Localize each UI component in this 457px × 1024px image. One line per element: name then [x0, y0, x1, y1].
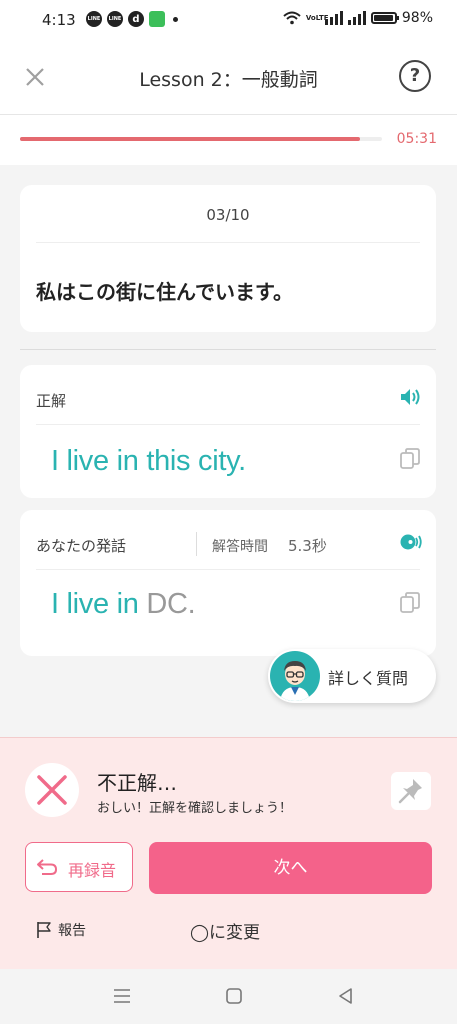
correct-answer-label: 正解 — [36, 392, 67, 410]
d-app-icon: d — [128, 11, 144, 27]
tutor-avatar — [270, 651, 320, 701]
incorrect-badge — [25, 763, 79, 817]
playback-icon[interactable] — [400, 533, 422, 551]
ask-details-label: 詳しく質問 — [328, 669, 409, 688]
report-label: 報告 — [58, 923, 86, 939]
battery-percent: 98% — [401, 10, 433, 26]
more-dot-icon — [173, 16, 178, 22]
next-button[interactable]: 次へ — [149, 842, 432, 894]
pin-button[interactable] — [391, 772, 431, 810]
header: Lesson 2：一般動詞 ? — [0, 40, 457, 115]
result-subtitle: おしい！正解を確認しましょう！ — [97, 801, 293, 816]
status-time: 4:13 — [42, 11, 76, 29]
speech-wrong-part: DC. — [146, 588, 196, 620]
question-text: 私はこの街に住んでいます。 — [36, 280, 293, 304]
progress-bar — [20, 137, 382, 141]
your-speech-card: あなたの発話 解答時間 5.3秒 I live in DC. — [20, 510, 436, 656]
menu-icon[interactable] — [111, 985, 133, 1007]
tutor-avatar-icon — [280, 661, 310, 701]
help-button[interactable]: ? — [399, 60, 431, 92]
question-counter: 03/10 — [206, 206, 250, 224]
correct-answer-card: 正解 I live in this city. — [20, 365, 436, 498]
your-speech-label: あなたの発話 — [36, 537, 127, 555]
speaker-icon[interactable] — [400, 388, 422, 406]
correct-answer-text: I live in this city. — [51, 445, 246, 477]
divider — [36, 242, 420, 243]
system-nav-bar — [0, 969, 457, 1024]
app-icon — [149, 11, 165, 27]
answer-time-label: 解答時間 — [212, 539, 268, 555]
back-icon[interactable] — [335, 985, 357, 1007]
report-button[interactable]: 報告 — [36, 920, 86, 940]
line-app-icon: LINE — [107, 11, 123, 27]
divider — [36, 424, 420, 425]
result-title: 不正解… — [97, 771, 177, 795]
result-panel: 不正解… おしい！正解を確認しましょう！ 再録音 次へ 報告 ◯に変更 — [0, 737, 457, 970]
divider — [36, 569, 420, 570]
volte-icon: VoLTE — [305, 13, 329, 22]
rerecord-label: 再録音 — [68, 861, 117, 880]
help-icon: ? — [409, 65, 421, 86]
timer: 05:31 — [396, 131, 437, 147]
answer-time-value: 5.3秒 — [288, 537, 327, 555]
undo-icon — [37, 859, 58, 875]
battery-icon — [370, 12, 399, 24]
mark-correct-button[interactable]: ◯に変更 — [190, 918, 260, 943]
incorrect-x-icon — [37, 775, 67, 805]
section-divider — [20, 349, 436, 350]
rerecord-button[interactable]: 再録音 — [25, 842, 133, 892]
wifi-icon — [283, 11, 301, 25]
line-app-icon: LINE — [86, 11, 102, 27]
signal-icon — [324, 11, 343, 25]
question-card: 03/10 私はこの街に住んでいます。 — [20, 185, 436, 332]
copy-icon[interactable] — [400, 448, 420, 470]
speech-correct-part: I live in — [51, 588, 139, 620]
copy-icon[interactable] — [400, 592, 420, 614]
your-speech-text: I live in DC. — [51, 588, 196, 621]
progress-fill — [20, 137, 361, 141]
progress-area: 05:31 — [0, 115, 457, 165]
home-icon[interactable] — [223, 985, 245, 1007]
signal-icon — [347, 11, 366, 25]
pin-icon — [398, 779, 422, 804]
notification-icons: LINE LINE d — [86, 11, 178, 27]
ask-details-button[interactable]: 詳しく質問 — [268, 649, 436, 703]
system-icons: VoLTE 98% — [283, 10, 433, 26]
status-bar: 4:13 LINE LINE d VoLTE 98% — [0, 0, 457, 40]
divider — [196, 532, 197, 556]
flag-icon — [37, 922, 51, 938]
page-title: Lesson 2：一般動詞 — [139, 69, 318, 91]
